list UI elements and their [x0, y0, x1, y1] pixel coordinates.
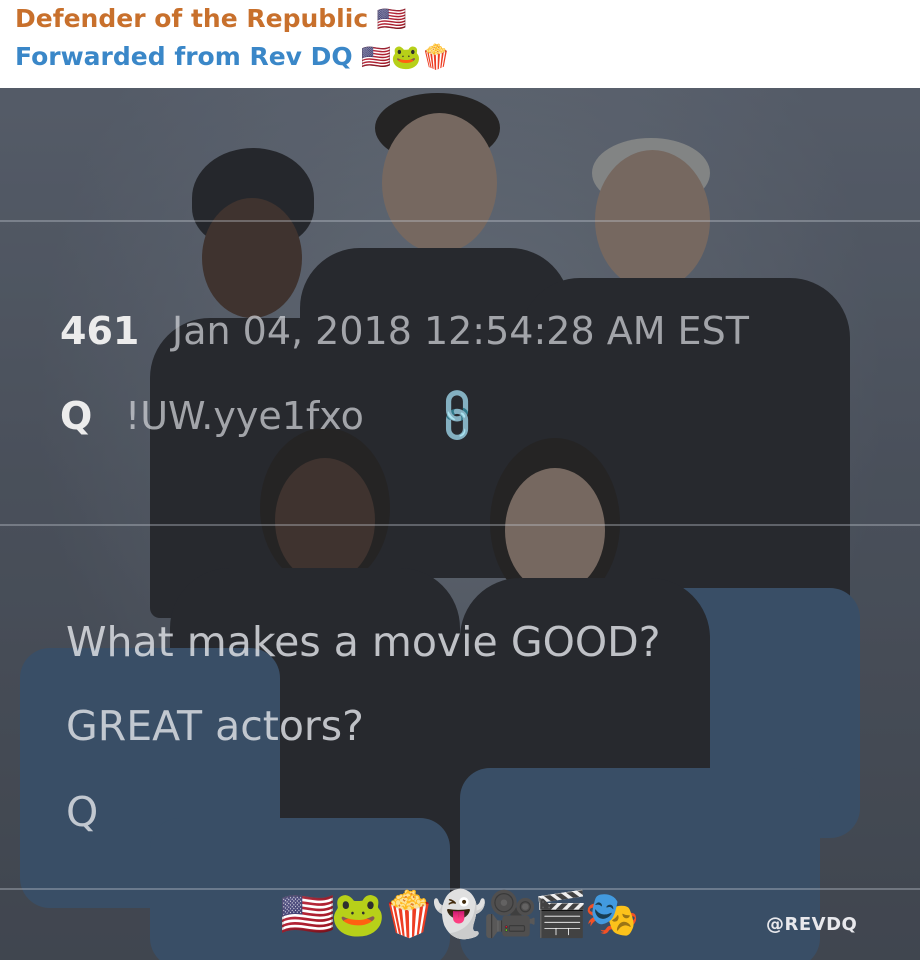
us-flag-icon: 🇺🇸 [376, 5, 407, 33]
post-text-line: What makes a movie GOOD? [66, 618, 661, 666]
divider-line [0, 524, 920, 526]
post-text-line: Q [66, 788, 99, 836]
emoji-strip: 🇺🇸🐸🍿👻🎥🎬🎭 [280, 889, 639, 940]
forwarded-from-text[interactable]: Forwarded from Rev DQ [15, 42, 353, 71]
channel-name[interactable]: Defender of the Republic 🇺🇸 [15, 4, 407, 33]
watermark: @REVDQ [766, 914, 858, 935]
divider-line [0, 220, 920, 222]
channel-name-text[interactable]: Defender of the Republic [15, 4, 368, 33]
post-author: Q [60, 394, 93, 438]
post-number: 461 [60, 309, 140, 353]
forwarded-from[interactable]: Forwarded from Rev DQ 🇺🇸🐸🍿 [15, 42, 451, 71]
photo-media[interactable]: 461 Jan 04, 2018 12:54:28 AM EST Q !UW.y… [0, 88, 920, 960]
post-tripcode: !UW.yye1fxo [125, 394, 364, 438]
post-text-line: GREAT actors? [66, 702, 364, 750]
post-date: Jan 04, 2018 12:54:28 AM EST [172, 309, 749, 353]
message-header: Defender of the Republic 🇺🇸 Forwarded fr… [0, 0, 920, 88]
forwarded-emoji-icons: 🇺🇸🐸🍿 [361, 43, 452, 71]
